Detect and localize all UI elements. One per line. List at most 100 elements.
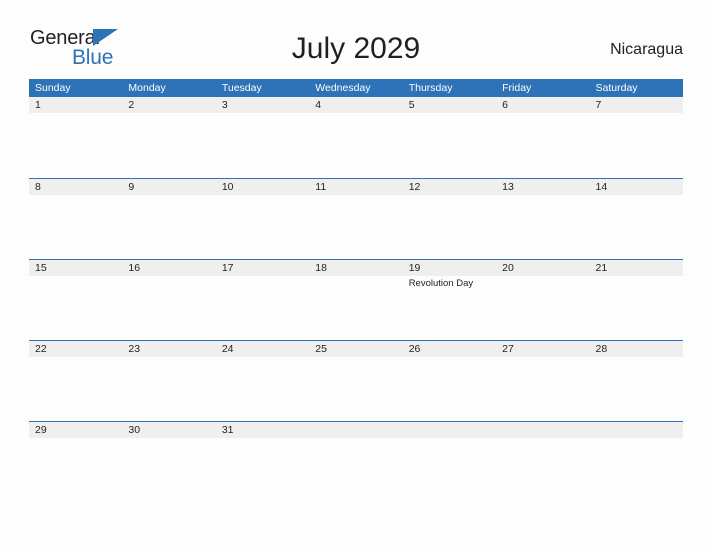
- calendar-day-cell[interactable]: 20: [496, 260, 590, 340]
- page-header: General Blue July 2029 Nicaragua: [0, 0, 712, 79]
- calendar-day-cell[interactable]: 15: [29, 260, 123, 340]
- day-number: 19: [408, 262, 421, 274]
- calendar-day-cell[interactable]: 21: [589, 260, 683, 340]
- day-number-band: 24: [215, 341, 310, 357]
- calendar-day-cell[interactable]: 25: [309, 341, 403, 421]
- day-number-band: 17: [215, 260, 310, 276]
- calendar-day-cell[interactable]: 5: [402, 97, 497, 178]
- calendar-page: General Blue July 2029 Nicaragua Sunday M…: [0, 0, 712, 550]
- calendar-day-cell[interactable]: 18: [309, 260, 403, 340]
- weekday-header-thursday: Thursday: [408, 82, 453, 94]
- calendar-day-cell[interactable]: 9: [122, 179, 216, 259]
- day-number: 5: [408, 99, 415, 111]
- calendar-day-cell[interactable]: 27: [496, 341, 590, 421]
- day-number-band: 3: [215, 97, 310, 113]
- calendar-empty-cell: [309, 422, 403, 502]
- day-number-band: 25: [309, 341, 403, 357]
- calendar-day-cell[interactable]: 22: [29, 341, 123, 421]
- calendar-day-cell[interactable]: 2: [122, 97, 216, 178]
- day-number: 29: [35, 424, 47, 436]
- day-number: 7: [595, 99, 602, 111]
- calendar-day-cell[interactable]: 30: [122, 422, 216, 502]
- day-number-band: 4: [309, 97, 403, 113]
- weekday-header-tuesday: Tuesday: [221, 82, 262, 94]
- day-number-band: 19: [402, 260, 497, 276]
- calendar-empty-cell: [589, 422, 683, 502]
- day-number-band: 29: [29, 422, 123, 438]
- day-number: 28: [595, 343, 608, 355]
- calendar-day-cell[interactable]: 3: [215, 97, 310, 178]
- calendar-day-cell[interactable]: 7: [589, 97, 683, 178]
- day-number-band: 7: [589, 97, 683, 113]
- calendar-day-cell[interactable]: 24: [215, 341, 310, 421]
- day-number: 13: [502, 181, 514, 193]
- calendar-day-cell[interactable]: 28: [589, 341, 683, 421]
- day-number-band: 26: [402, 341, 497, 357]
- day-number: 3: [221, 99, 228, 111]
- day-number: 4: [315, 99, 322, 111]
- calendar-week-row: 29 30 31: [29, 421, 683, 502]
- weekday-header-wednesday: Wednesday: [315, 82, 371, 94]
- day-number-band: 2: [122, 97, 216, 113]
- day-number: 10: [221, 181, 234, 193]
- day-events: Revolution Day: [403, 276, 496, 290]
- calendar-day-cell[interactable]: 31: [215, 422, 310, 502]
- day-number-band: 28: [589, 341, 683, 357]
- day-number-band: 10: [215, 179, 310, 195]
- weekday-header-friday: Friday: [502, 82, 532, 94]
- day-number: 31: [221, 424, 234, 436]
- calendar-week-row: 1 2 3 4 5 6 7: [29, 97, 683, 178]
- day-number-band: 27: [496, 341, 590, 357]
- calendar-day-cell[interactable]: 29: [29, 422, 123, 502]
- day-number-band: 31: [215, 422, 310, 438]
- calendar-week-row: 8 9 10 11 12 13 14: [29, 178, 683, 259]
- day-number-band: 30: [122, 422, 216, 438]
- day-number: 20: [502, 262, 514, 274]
- calendar-day-cell[interactable]: 17: [215, 260, 310, 340]
- calendar-day-cell[interactable]: 12: [402, 179, 497, 259]
- day-number-band: 15: [29, 260, 123, 276]
- calendar-day-cell[interactable]: 4: [309, 97, 403, 178]
- calendar-day-cell[interactable]: 10: [215, 179, 310, 259]
- calendar-day-cell[interactable]: 8: [29, 179, 123, 259]
- day-number-band: [309, 422, 403, 438]
- day-number-band: 21: [589, 260, 683, 276]
- day-number: 30: [128, 424, 141, 436]
- calendar-empty-cell: [496, 422, 590, 502]
- day-number: 22: [35, 343, 47, 355]
- calendar-day-cell[interactable]: 23: [122, 341, 216, 421]
- page-title: July 2029: [291, 32, 421, 65]
- day-number-band: 14: [589, 179, 683, 195]
- calendar-day-cell[interactable]: 11: [309, 179, 403, 259]
- calendar-day-cell[interactable]: 14: [589, 179, 683, 259]
- day-number-band: [589, 422, 683, 438]
- day-number: 27: [502, 343, 514, 355]
- day-number-band: 9: [122, 179, 216, 195]
- day-number: 24: [221, 343, 234, 355]
- holiday-event-label: Revolution Day: [408, 278, 474, 289]
- weekday-header-row: Sunday Monday Tuesday Wednesday Thursday Frid…: [29, 79, 683, 97]
- calendar-week-row: 15 16 17 18 19 Revolution Day 20 21: [29, 259, 683, 340]
- weekday-header-saturday: Saturday: [595, 82, 638, 94]
- day-number: 9: [128, 181, 135, 193]
- calendar-day-cell[interactable]: 26: [402, 341, 497, 421]
- day-number-band: 5: [402, 97, 497, 113]
- day-number: 11: [315, 181, 327, 193]
- calendar-day-cell[interactable]: 6: [496, 97, 590, 178]
- day-number: 2: [128, 99, 135, 111]
- day-number: 14: [595, 181, 608, 193]
- day-number: 25: [315, 343, 327, 355]
- day-number: 23: [128, 343, 141, 355]
- day-number-band: 18: [309, 260, 403, 276]
- calendar-day-cell[interactable]: 16: [122, 260, 216, 340]
- calendar-body: 1 2 3 4 5 6 7 8 9 10 11 12 13 14 15 16 17 18 19 Revolution …: [29, 97, 683, 502]
- day-number-band: 11: [309, 179, 403, 195]
- calendar-day-cell[interactable]: 19 Revolution Day: [402, 260, 497, 340]
- day-number-band: 6: [496, 97, 590, 113]
- day-number: 16: [128, 262, 141, 274]
- day-number: 15: [35, 262, 47, 274]
- day-number: 8: [35, 181, 41, 193]
- calendar-day-cell[interactable]: 13: [496, 179, 590, 259]
- day-number-band: 20: [496, 260, 590, 276]
- calendar-day-cell[interactable]: 1: [29, 97, 123, 178]
